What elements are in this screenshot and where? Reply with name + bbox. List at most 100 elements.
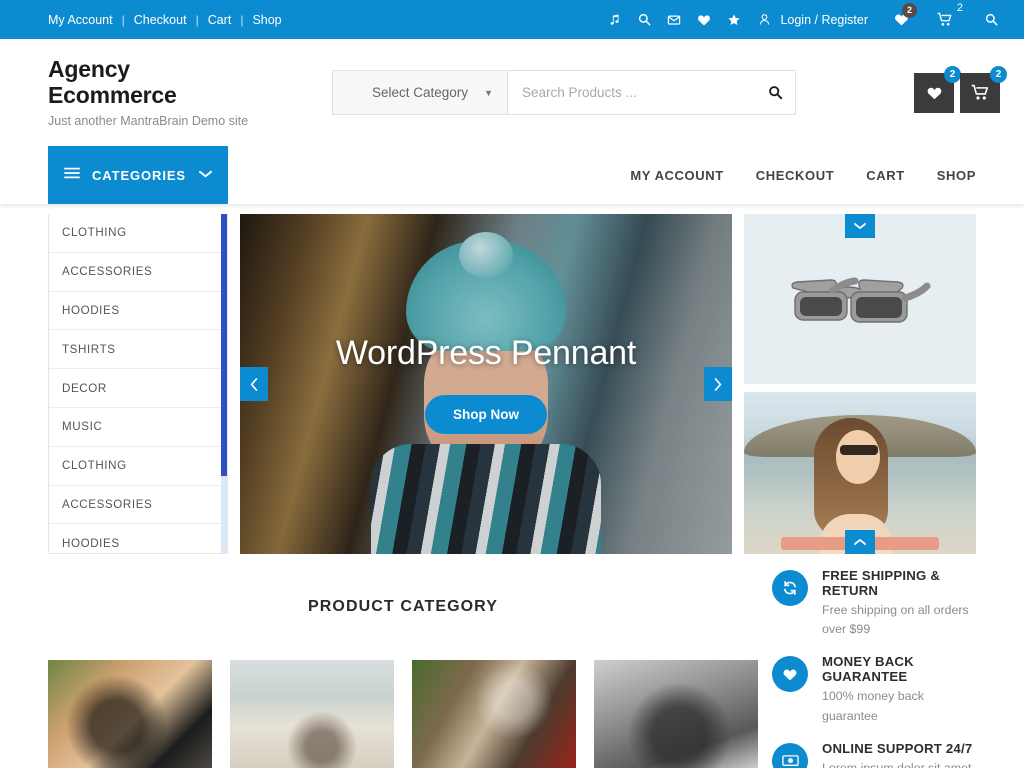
search-toggle-icon[interactable] [976,9,1006,31]
shop-now-button[interactable]: Shop Now [425,395,547,434]
product-category-tile-candles[interactable] [412,660,576,768]
tile-overlay [594,660,758,768]
categories-scrollbar[interactable] [221,214,227,553]
feature-online-support: ONLINE SUPPORT 24/7 Lorem ipsum dolor si… [772,741,976,768]
product-category-tile-lake-view[interactable] [230,660,394,768]
hero-prev-arrow[interactable] [240,367,268,401]
features-list: FREE SHIPPING & RETURN Free shipping on … [772,568,976,768]
product-category-tile-photographer[interactable] [48,660,212,768]
brand-title: Agency Ecommerce [48,57,328,109]
promo-card-beach[interactable] [744,392,976,554]
header-wishlist-button[interactable]: 2 [914,73,954,113]
page-content: CLOTHING ACCESSORIES HOODIES TSHIRTS DEC… [0,204,1024,768]
categories-toggle-label: CATEGORIES [92,168,186,183]
hero-slider: WordPress Pennant Shop Now [240,214,732,554]
lower-section: PRODUCT CATEGORY FREE SHIPPING & RETURN … [48,554,976,768]
nav-item-cart[interactable]: CART [866,168,905,183]
feature-title: MONEY BACK GUARANTEE [822,654,976,684]
topbar-link-cart[interactable]: Cart [208,13,232,27]
site-header: Agency Ecommerce Just another MantraBrai… [0,39,1024,146]
categories-dropdown-panel: CLOTHING ACCESSORIES HOODIES TSHIRTS DEC… [48,214,228,554]
topbar-link-shop[interactable]: Shop [252,13,281,27]
nav-item-shop[interactable]: SHOP [937,168,976,183]
feature-text: ONLINE SUPPORT 24/7 Lorem ipsum dolor si… [822,741,975,768]
category-item-clothing-1[interactable]: CLOTHING [49,214,227,253]
hero-next-arrow[interactable] [704,367,732,401]
cart-icon[interactable]: 2 [930,9,960,31]
feature-title: FREE SHIPPING & RETURN [822,568,976,598]
feature-text: FREE SHIPPING & RETURN Free shipping on … [822,568,976,639]
primary-menu: MY ACCOUNT CHECKOUT CART SHOP [630,146,976,204]
topbar-separator: | [187,13,208,27]
categories-list: CLOTHING ACCESSORIES HOODIES TSHIRTS DEC… [49,214,227,554]
heart-icon [772,656,808,692]
brand-line-2: Ecommerce [48,82,177,108]
search-icon[interactable] [629,9,659,31]
envelope-icon[interactable] [659,9,689,31]
search-placeholder: Search Products ... [522,85,637,100]
category-item-accessories-2[interactable]: ACCESSORIES [49,486,227,525]
scrollbar-thumb[interactable] [221,214,227,476]
category-item-tshirts[interactable]: TSHIRTS [49,330,227,369]
topbar-link-my-account[interactable]: My Account [48,13,113,27]
music-icon[interactable] [599,9,629,31]
feature-description: Free shipping on all orders over $99 [822,601,976,639]
tile-overlay [48,660,212,768]
brand-line-1: Agency [48,56,130,82]
heart-icon[interactable] [689,9,719,31]
feature-free-shipping: FREE SHIPPING & RETURN Free shipping on … [772,568,976,639]
header-wishlist-badge: 2 [944,66,961,83]
cart-count-badge: 2 [957,1,963,16]
category-item-hoodies-1[interactable]: HOODIES [49,292,227,331]
refresh-icon [772,570,808,606]
category-item-hoodies-2[interactable]: HOODIES [49,524,227,554]
feature-money-back: MONEY BACK GUARANTEE 100% money back gua… [772,654,976,725]
wishlist-count-badge: 2 [902,3,917,18]
product-search-bar: Select Category ▼ Search Products ... [332,70,796,115]
beach-model-face [836,430,880,484]
topbar-link-checkout[interactable]: Checkout [134,13,187,27]
tile-overlay [230,660,394,768]
category-select[interactable]: Select Category ▼ [333,71,508,114]
feature-text: MONEY BACK GUARANTEE 100% money back gua… [822,654,976,725]
chevron-down-icon: ▼ [484,88,493,98]
star-icon[interactable] [719,9,749,31]
brand-tagline: Just another MantraBrain Demo site [48,114,328,128]
nav-item-my-account[interactable]: MY ACCOUNT [630,168,723,183]
top-bar-links: My Account | Checkout | Cart | Shop [48,13,282,27]
product-category-section: PRODUCT CATEGORY [48,554,758,768]
hamburger-icon [64,166,80,184]
top-bar: My Account | Checkout | Cart | Shop Logi… [0,0,1024,39]
nav-item-checkout[interactable]: CHECKOUT [756,168,834,183]
hero-title: WordPress Pennant [336,334,636,373]
header-cart-badge: 2 [990,66,1007,83]
header-cart-button[interactable]: 2 [960,73,1000,113]
wishlist-icon[interactable]: 2 [886,9,916,31]
categories-toggle-button[interactable]: CATEGORIES [48,146,228,204]
feature-title: ONLINE SUPPORT 24/7 [822,741,975,756]
product-category-grid [48,660,758,768]
topbar-separator: | [113,13,134,27]
beach-model-sunglasses [840,445,878,455]
category-item-accessories-1[interactable]: ACCESSORIES [49,253,227,292]
category-item-music[interactable]: MUSIC [49,408,227,447]
search-submit-icon[interactable] [768,85,783,100]
product-category-heading: PRODUCT CATEGORY [48,598,758,616]
category-item-decor[interactable]: DECOR [49,369,227,408]
top-bar-icons: Login / Register 2 2 [599,9,1006,31]
sunglasses-image [785,268,935,330]
login-register-label: Login / Register [780,13,868,27]
promo-collapse-up-button[interactable] [845,530,875,554]
category-select-label: Select Category [372,85,468,100]
chevron-down-icon [199,169,212,181]
hero-row: CLOTHING ACCESSORIES HOODIES TSHIRTS DEC… [48,204,976,554]
product-category-tile-city-hoodie[interactable] [594,660,758,768]
feature-description: 100% money back guarantee [822,687,976,725]
site-logo[interactable]: Agency Ecommerce Just another MantraBrai… [48,57,328,129]
promo-collapse-down-button[interactable] [845,214,875,238]
login-register-link[interactable]: Login / Register [755,9,868,31]
promo-card-sunglasses[interactable] [744,214,976,384]
promo-rail [744,214,976,554]
category-item-clothing-2[interactable]: CLOTHING [49,447,227,486]
search-input[interactable]: Search Products ... [508,71,795,114]
